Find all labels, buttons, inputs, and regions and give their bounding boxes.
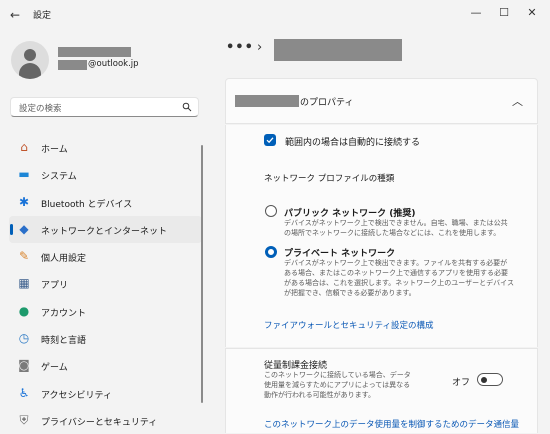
sidebar-item-label: ネットワークとインターネット: [41, 226, 168, 237]
search-input[interactable]: 設定の検索: [10, 97, 199, 117]
back-arrow-icon[interactable]: ←: [6, 6, 24, 24]
shield-icon: ⛨: [19, 412, 29, 427]
auto-connect-checkbox[interactable]: [264, 134, 276, 146]
home-icon: ⌂: [20, 140, 28, 154]
toggle-knob: [481, 376, 487, 383]
minimize-icon[interactable]: —: [464, 4, 488, 22]
sidebar-item-label: システム: [41, 172, 77, 183]
metered-toggle-state: オフ: [452, 378, 471, 388]
sidebar-item-label: アプリ: [41, 281, 69, 292]
sidebar-item-label: プライバシーとセキュリティ: [41, 417, 158, 428]
sidebar-scrollbar[interactable]: [201, 145, 203, 403]
system-icon: ▬: [18, 167, 30, 182]
accessibility-icon: ♿: [18, 385, 30, 400]
wifi-icon: ◆: [19, 221, 29, 236]
public-network-radio[interactable]: [265, 205, 277, 217]
sidebar-item[interactable]: ✱ Bluetooth とデバイス: [9, 189, 202, 216]
sidebar-nav: ⌂ ホーム ▬ システム ✱ Bluetooth とデバイス ◆ ネットワークとインターネット…: [9, 134, 202, 434]
firewall-settings-link[interactable]: ファイアウォールとセキュリティ設定の構成: [264, 319, 434, 331]
sidebar-item-label: 時刻と言語: [41, 336, 87, 347]
metered-connection-toggle[interactable]: [477, 373, 503, 386]
bluetooth-icon: ✱: [18, 194, 30, 209]
page-title-redacted: [274, 39, 402, 61]
private-network-radio[interactable]: [265, 246, 277, 258]
avatar-head: [24, 49, 36, 61]
sidebar-item[interactable]: ⌂ ホーム: [9, 134, 202, 161]
apps-icon: ▦: [18, 276, 30, 291]
sidebar-item-label: 個人用設定: [41, 254, 87, 265]
sidebar-item-label: アカウント: [41, 308, 87, 319]
sidebar-item[interactable]: ⛨ プライバシーとセキュリティ: [9, 407, 202, 434]
maximize-icon[interactable]: ☐: [492, 4, 516, 22]
breadcrumb-chevron-icon: ›: [257, 40, 263, 55]
account-email-redacted: [58, 60, 87, 70]
metered-connection-description: このネットワークに接続している場合、データ使用量を減らすためにアプリによっては異…: [264, 371, 411, 399]
title-bar: ← 設定 — ☐ ✕: [0, 0, 550, 30]
chevron-up-icon[interactable]: ︿: [512, 93, 523, 109]
sidebar-item-label: アクセシビリティ: [41, 390, 113, 401]
sidebar-item[interactable]: ▦ アプリ: [9, 270, 202, 297]
gamepad-icon: ◙: [18, 358, 30, 373]
sidebar-item[interactable]: ● アカウント: [9, 298, 202, 325]
sidebar-item[interactable]: ▬ システム: [9, 161, 202, 188]
avatar[interactable]: [11, 41, 49, 79]
account-email-suffix: @outlook.jp: [88, 59, 139, 69]
auto-connect-label: 範囲内の場合は自動的に接続する: [285, 138, 421, 148]
sidebar-item[interactable]: ◷ 時刻と言語: [9, 325, 202, 352]
sidebar-item-label: ホーム: [41, 145, 68, 155]
sidebar-item[interactable]: ♿ アクセシビリティ: [9, 380, 202, 407]
brush-icon: ✎: [18, 249, 30, 264]
data-limit-link[interactable]: このネットワーク上のデータ使用量を制御するためのデータ通信量: [264, 418, 519, 430]
private-network-description: デバイスがネットワーク上で検出できます。ファイルを共有する必要がある場合、または…: [284, 259, 514, 297]
checkmark-icon: [266, 137, 274, 144]
network-name-redacted: [235, 95, 299, 107]
sidebar-item-label: Bluetooth とデバイス: [41, 199, 133, 210]
close-icon[interactable]: ✕: [520, 4, 544, 22]
clock-globe-icon: ◷: [18, 331, 30, 346]
search-placeholder: 設定の検索: [19, 104, 62, 114]
account-icon: ●: [18, 303, 30, 318]
sidebar-item[interactable]: ✎ 個人用設定: [9, 243, 202, 270]
app-title: 設定: [33, 11, 52, 21]
account-name-redacted: [58, 47, 131, 57]
card-title: のプロパティ: [300, 98, 354, 108]
selection-indicator: [10, 223, 13, 235]
sidebar-item[interactable]: ◆ ネットワークとインターネット: [9, 215, 202, 244]
public-network-description: デバイスがネットワーク上で検出できません。自宅、職場、または公共の場所でネットワ…: [284, 219, 508, 237]
sidebar-item-label: ゲーム: [41, 363, 68, 374]
network-properties-header[interactable]: のプロパティ ︿: [225, 78, 538, 124]
avatar-body: [19, 63, 41, 79]
breadcrumb-more-button[interactable]: •••: [226, 40, 254, 55]
profile-type-heading: ネットワーク プロファイルの種類: [264, 174, 395, 184]
sidebar-item[interactable]: ◙ ゲーム: [9, 352, 202, 379]
search-icon: [182, 102, 192, 112]
